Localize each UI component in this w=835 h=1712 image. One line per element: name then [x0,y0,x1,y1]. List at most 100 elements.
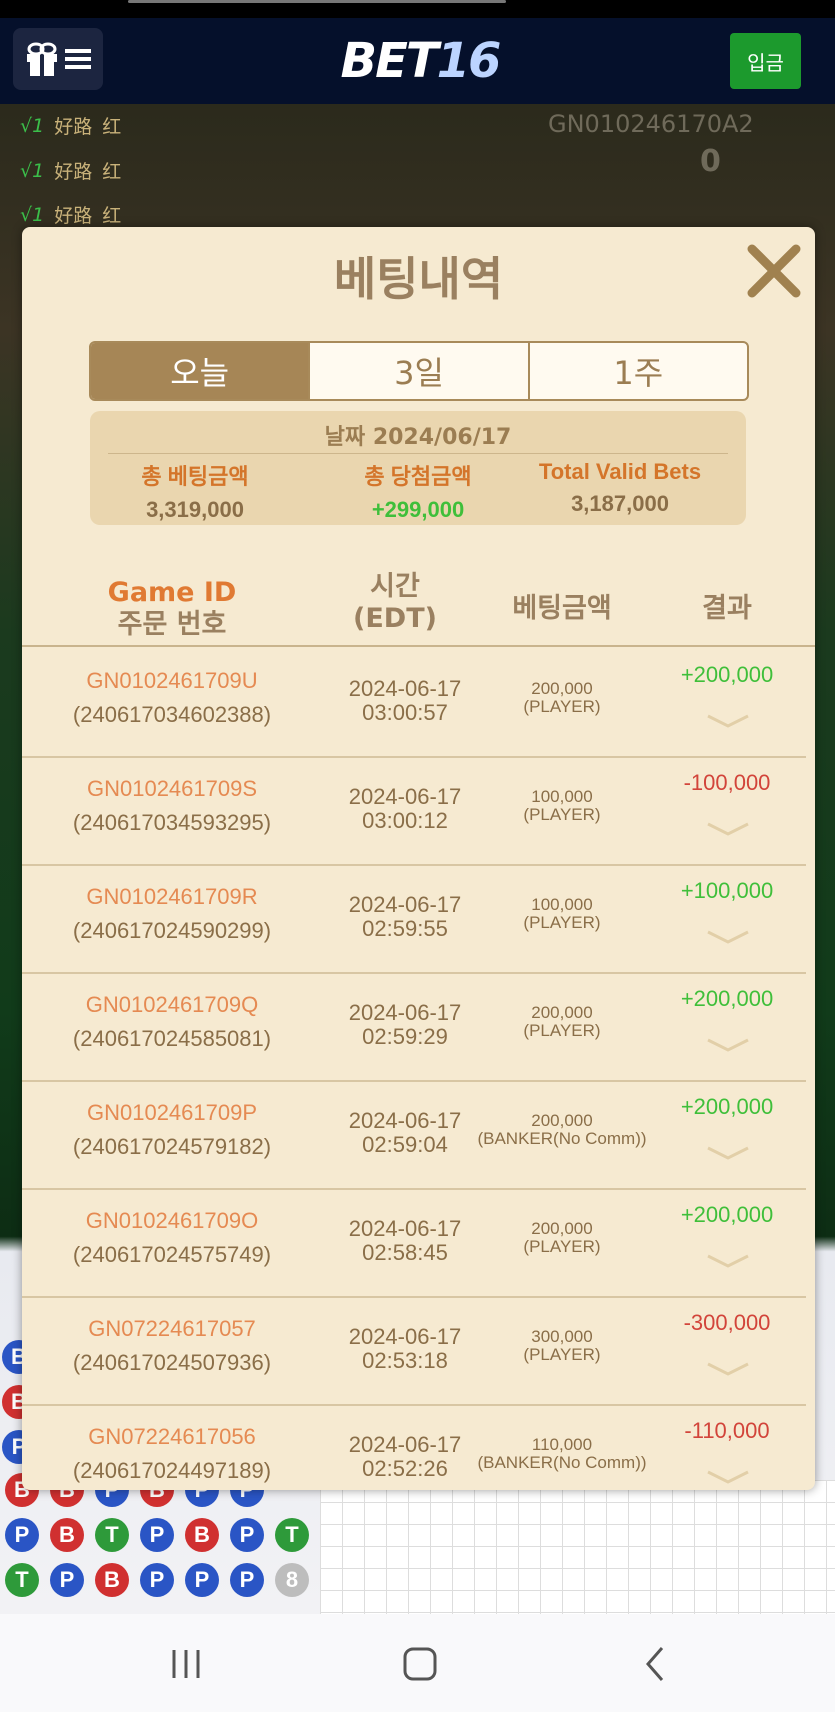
road-ball: P [5,1518,39,1552]
tab-3days[interactable]: 3일 [308,343,527,399]
chevron-down-icon[interactable] [698,1250,758,1274]
back-icon[interactable] [636,1644,676,1684]
header-time: 시간 (EDT) [305,571,485,635]
table-game-id: GN010246170A2 [548,110,754,138]
time-heading: 시간 [370,571,420,602]
chevron-down-icon[interactable] [698,1142,758,1166]
amount-value: 300,000 [531,1327,593,1346]
order-number: (240617024497189) [72,1458,272,1483]
hamburger-icon [65,49,91,69]
home-icon[interactable] [400,1644,440,1684]
amount-value: 200,000 [531,1111,593,1130]
bet-row[interactable]: GN0102461709Q (240617024585081) 2024-06-17… [22,974,806,1082]
bet-amount: 200,000 (BANKER(No Comm)) [472,1112,652,1148]
coin-count: 0 [700,144,721,179]
divider [108,453,728,454]
tab-today[interactable]: 오늘 [91,343,309,399]
header-result: 결과 [702,593,752,624]
big-road-grid [320,1480,835,1615]
chevron-down-icon[interactable] [698,1034,758,1058]
date-label: 날짜 [324,425,366,450]
road-ball: P [230,1518,264,1552]
game-id: GN07224617057 [88,1316,256,1341]
bet-type: (PLAYER) [523,913,601,932]
road-label: 好路 [54,161,93,183]
bet-amount: 200,000 (PLAYER) [472,680,652,716]
chevron-down-icon[interactable] [698,1358,758,1382]
bet-row[interactable]: GN0102461709P (240617024579182) 2024-06-17… [22,1082,806,1190]
status-strip [0,0,835,18]
amount-value: 100,000 [531,787,593,806]
road-ball: B [50,1518,84,1552]
total-win-col: 총 당첨금액 +299,000 [313,459,523,523]
chevron-down-icon[interactable] [698,710,758,734]
bet-row[interactable]: GN07224617056 (240617024497189) 2024-06-17… [22,1406,806,1490]
bet-type: (BANKER(No Comm)) [477,1453,647,1472]
road-ball: T [5,1563,39,1597]
bet-row[interactable]: GN0102461709O (240617024575749) 2024-06-17… [22,1190,806,1298]
menu-button[interactable] [13,28,103,90]
amount-value: 200,000 [531,1003,593,1022]
road-label: 好路 [54,116,93,138]
valid-bets-label: Total Valid Bets [538,459,702,484]
bet-amount: 100,000 (PLAYER) [472,896,652,932]
amount-value: 200,000 [531,679,593,698]
logo-text: BET [340,33,439,89]
road-ball: P [140,1518,174,1552]
bet-row[interactable]: GN07224617057 (240617024507936) 2024-06-17… [22,1298,806,1406]
road-ball: T [95,1518,129,1552]
app-header: BET 16 입금 [0,18,835,104]
total-win-label: 총 당첨금액 [364,464,472,489]
total-bet-label: 총 베팅금액 [141,464,249,489]
summary-date: 날짜 2024/06/17 [90,419,746,451]
bet-amount: 200,000 (PLAYER) [472,1220,652,1256]
bet-result: -100,000 [683,770,771,795]
game-id: GN0102461709P [86,1100,258,1125]
total-win-value: +299,000 [371,497,465,522]
system-nav-bar [0,1614,835,1712]
game-id: GN07224617056 [88,1424,256,1449]
game-id: GN0102461709S [86,776,258,801]
chevron-down-icon[interactable] [698,818,758,842]
bet-row[interactable]: GN0102461709R (240617024590299) 2024-06-17… [22,866,806,974]
bet16-logo[interactable]: BET 16 [330,33,510,89]
logo-number: 16 [436,33,502,89]
bet-amount: 300,000 (PLAYER) [472,1328,652,1364]
amount-value: 110,000 [531,1435,593,1454]
deposit-button[interactable]: 입금 [730,33,801,89]
valid-bets-col: Total Valid Bets 3,187,000 [515,459,725,517]
bet-row[interactable]: GN0102461709S (240617034593295) 2024-06-17… [22,758,806,866]
road-color: 红 [102,205,122,227]
road-ball: P [50,1563,84,1597]
tab-1week[interactable]: 1주 [527,343,747,399]
bet-amount: 200,000 (PLAYER) [472,1004,652,1040]
status-pill [128,0,506,3]
check-mark: √1 [20,159,45,182]
check-mark: √1 [20,203,45,226]
table-header: Game ID 주문 번호 시간 (EDT) 베팅금액 결과 [22,567,815,647]
bet-amount: 110,000 (BANKER(No Comm)) [472,1436,652,1472]
road-ball: P [140,1563,174,1597]
road-row: √1 好路 红 [20,201,121,228]
chevron-down-icon[interactable] [698,926,758,950]
recent-apps-icon[interactable] [166,1644,206,1684]
road-ball: P [185,1563,219,1597]
amount-value: 200,000 [531,1219,593,1238]
bet-result: +100,000 [680,878,774,903]
check-mark: √1 [20,114,45,137]
bet-result: +200,000 [680,986,774,1011]
bet-row[interactable]: GN0102461709U (240617034602388) 2024-06-17… [22,650,806,758]
bet-amount: 100,000 (PLAYER) [472,788,652,824]
bet-type: (BANKER(No Comm)) [477,1129,647,1148]
order-number: (240617034602388) [72,702,272,727]
chevron-down-icon[interactable] [698,1466,758,1490]
bet-result: +200,000 [680,662,774,687]
bet-type: (PLAYER) [523,697,601,716]
order-no-heading: 주문 번호 [117,609,227,640]
road-color: 红 [102,161,122,183]
road-ball: T [275,1518,309,1552]
game-id: GN0102461709Q [85,992,259,1017]
road-ball: P [230,1563,264,1597]
close-icon[interactable] [744,241,804,301]
road-row: √1 好路 红 [20,157,121,184]
